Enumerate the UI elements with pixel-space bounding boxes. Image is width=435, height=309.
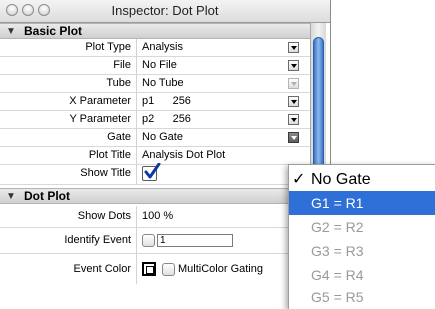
menu-item-no-gate[interactable]: ✓ No Gate <box>289 168 435 192</box>
file-popup-arrow-icon[interactable] <box>288 60 299 71</box>
label-event-color: Event Color <box>73 263 131 275</box>
label-identify-event: Identify Event <box>64 234 131 246</box>
label-plot-type: Plot Type <box>85 41 131 53</box>
menu-item-g1[interactable]: G1 = R1 <box>289 191 435 215</box>
disclosure-triangle-icon[interactable]: ▼ <box>6 191 16 202</box>
row-file: File No File <box>0 57 310 75</box>
menu-item-label: G1 = R1 <box>311 195 364 211</box>
value-x-parameter[interactable]: p1 256 <box>142 95 191 107</box>
title-bar[interactable]: Inspector: Dot Plot <box>0 0 330 23</box>
row-x-parameter: X Parameter p1 256 <box>0 93 310 111</box>
inspector-window: Inspector: Dot Plot ▼ Basic Plot Plot Ty… <box>0 0 331 308</box>
label-y-parameter: Y Parameter <box>69 113 131 125</box>
label-gate: Gate <box>107 131 131 143</box>
event-color-well[interactable] <box>142 262 156 276</box>
label-file: File <box>113 59 131 71</box>
identify-event-checkbox[interactable] <box>142 234 155 247</box>
dot-plot-header[interactable]: ▼ Dot Plot <box>0 188 310 204</box>
separator <box>136 93 137 111</box>
separator <box>136 129 137 147</box>
window-title: Inspector: Dot Plot <box>111 3 219 18</box>
value-file[interactable]: No File <box>142 59 177 71</box>
section-title: Dot Plot <box>24 189 70 203</box>
value-show-dots[interactable]: 100 % <box>142 210 173 222</box>
x-parameter-popup-arrow-icon[interactable] <box>288 96 299 107</box>
separator <box>136 111 137 129</box>
menu-item-g3: G3 = R3 <box>289 239 435 263</box>
row-gate: Gate No Gate <box>0 129 310 147</box>
row-plot-type: Plot Type Analysis <box>0 39 310 57</box>
identify-event-input[interactable]: 1 <box>157 234 233 247</box>
plot-type-popup-arrow-icon[interactable] <box>288 42 299 53</box>
separator <box>136 228 137 254</box>
menu-item-label: G5 = R5 <box>311 289 364 305</box>
menu-item-g5: G5 = R5 <box>289 285 435 309</box>
tube-popup-arrow-icon <box>288 78 299 89</box>
menu-item-label: G2 = R2 <box>311 219 364 235</box>
value-gate[interactable]: No Gate <box>142 131 183 143</box>
label-tube: Tube <box>106 77 131 89</box>
label-plot-title: Plot Title <box>88 149 131 161</box>
checkmark-icon <box>144 163 161 179</box>
value-y-parameter[interactable]: p2 256 <box>142 113 191 125</box>
row-y-parameter: Y Parameter p2 256 <box>0 111 310 129</box>
checkmark-icon: ✓ <box>292 171 306 188</box>
separator <box>136 206 137 228</box>
separator <box>136 75 137 93</box>
row-identify-event: Identify Event 1 <box>0 228 310 254</box>
menu-item-label: G4 = R4 <box>311 267 364 283</box>
multicolor-gating-label: MultiColor Gating <box>178 263 263 275</box>
menu-item-label: G3 = R3 <box>311 243 364 259</box>
value-tube[interactable]: No Tube <box>142 77 184 89</box>
gate-popup-menu: ✓ No Gate G1 = R1 G2 = R2 G3 = R3 G4 = R… <box>288 164 435 309</box>
value-plot-type[interactable]: Analysis <box>142 41 183 53</box>
section-title: Basic Plot <box>24 24 83 38</box>
row-event-color: Event Color MultiColor Gating <box>0 254 310 284</box>
separator <box>136 39 137 57</box>
basic-plot-header[interactable]: ▼ Basic Plot <box>0 23 310 39</box>
separator <box>136 254 137 284</box>
row-tube: Tube No Tube <box>0 75 310 93</box>
menu-item-g2: G2 = R2 <box>289 215 435 239</box>
label-show-title: Show Title <box>80 167 131 179</box>
separator <box>136 165 137 185</box>
label-show-dots: Show Dots <box>77 210 131 222</box>
menu-item-g4: G4 = R4 <box>289 263 435 287</box>
menu-item-label: No Gate <box>311 171 371 188</box>
separator <box>136 57 137 75</box>
label-x-parameter: X Parameter <box>69 95 131 107</box>
multicolor-gating-checkbox[interactable] <box>162 263 175 276</box>
disclosure-triangle-icon[interactable]: ▼ <box>6 26 16 37</box>
gate-popup-arrow-icon[interactable] <box>288 132 299 143</box>
y-parameter-popup-arrow-icon[interactable] <box>288 114 299 125</box>
row-show-dots: Show Dots 100 % <box>0 206 310 228</box>
show-title-checkbox[interactable] <box>142 163 161 181</box>
row-show-title: Show Title <box>0 163 310 185</box>
value-plot-title[interactable]: Analysis Dot Plot <box>142 149 225 161</box>
separator <box>136 147 137 165</box>
